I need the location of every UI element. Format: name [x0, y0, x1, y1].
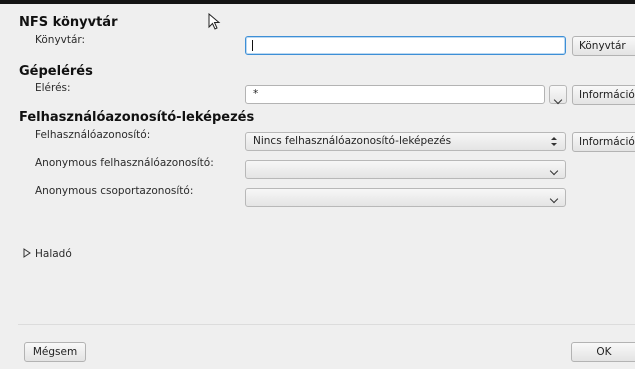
anon-gid-select[interactable] — [245, 188, 566, 207]
mouse-pointer-icon — [208, 13, 221, 30]
footer-separator — [18, 324, 635, 325]
advanced-label: Haladó — [35, 248, 72, 260]
uid-info-button[interactable]: Információ — [572, 132, 635, 152]
updown-arrows-icon — [551, 137, 557, 146]
access-dropdown-button[interactable] — [549, 85, 567, 107]
access-label: Elérés: — [35, 82, 71, 94]
uid-mapping-select[interactable]: Nincs felhasználóazonosító-leképezés — [245, 132, 566, 151]
advanced-expander[interactable]: Haladó — [23, 248, 72, 260]
section-heading-nfs: NFS könyvtár — [19, 15, 118, 30]
uid-mapping-selected-value: Nincs felhasználóazonosító-leképezés — [253, 135, 452, 147]
uid-label: Felhasználóazonosító: — [35, 129, 151, 141]
cancel-button[interactable]: Mégsem — [24, 342, 86, 362]
chevron-down-icon — [549, 163, 559, 180]
section-heading-uid-mapping: Felhasználóazonosító-leképezés — [19, 110, 255, 125]
text-caret — [252, 40, 253, 51]
anon-gid-label: Anonymous csoportazonosító: — [35, 185, 194, 197]
access-info-button[interactable]: Információ — [572, 85, 635, 105]
ok-button[interactable]: OK — [571, 342, 635, 362]
library-label: Könyvtár: — [35, 34, 86, 46]
window-top-border — [0, 0, 635, 4]
chevron-down-icon — [549, 191, 559, 208]
access-input[interactable]: * — [245, 85, 545, 104]
library-input[interactable] — [245, 36, 566, 55]
library-browse-button[interactable]: Könyvtár — [572, 36, 635, 56]
section-heading-access: Gépelérés — [19, 64, 93, 79]
anon-uid-select[interactable] — [245, 160, 566, 179]
chevron-down-icon — [553, 88, 563, 107]
triangle-right-icon — [23, 248, 31, 258]
anon-uid-label: Anonymous felhasználóazonosító: — [35, 157, 214, 169]
